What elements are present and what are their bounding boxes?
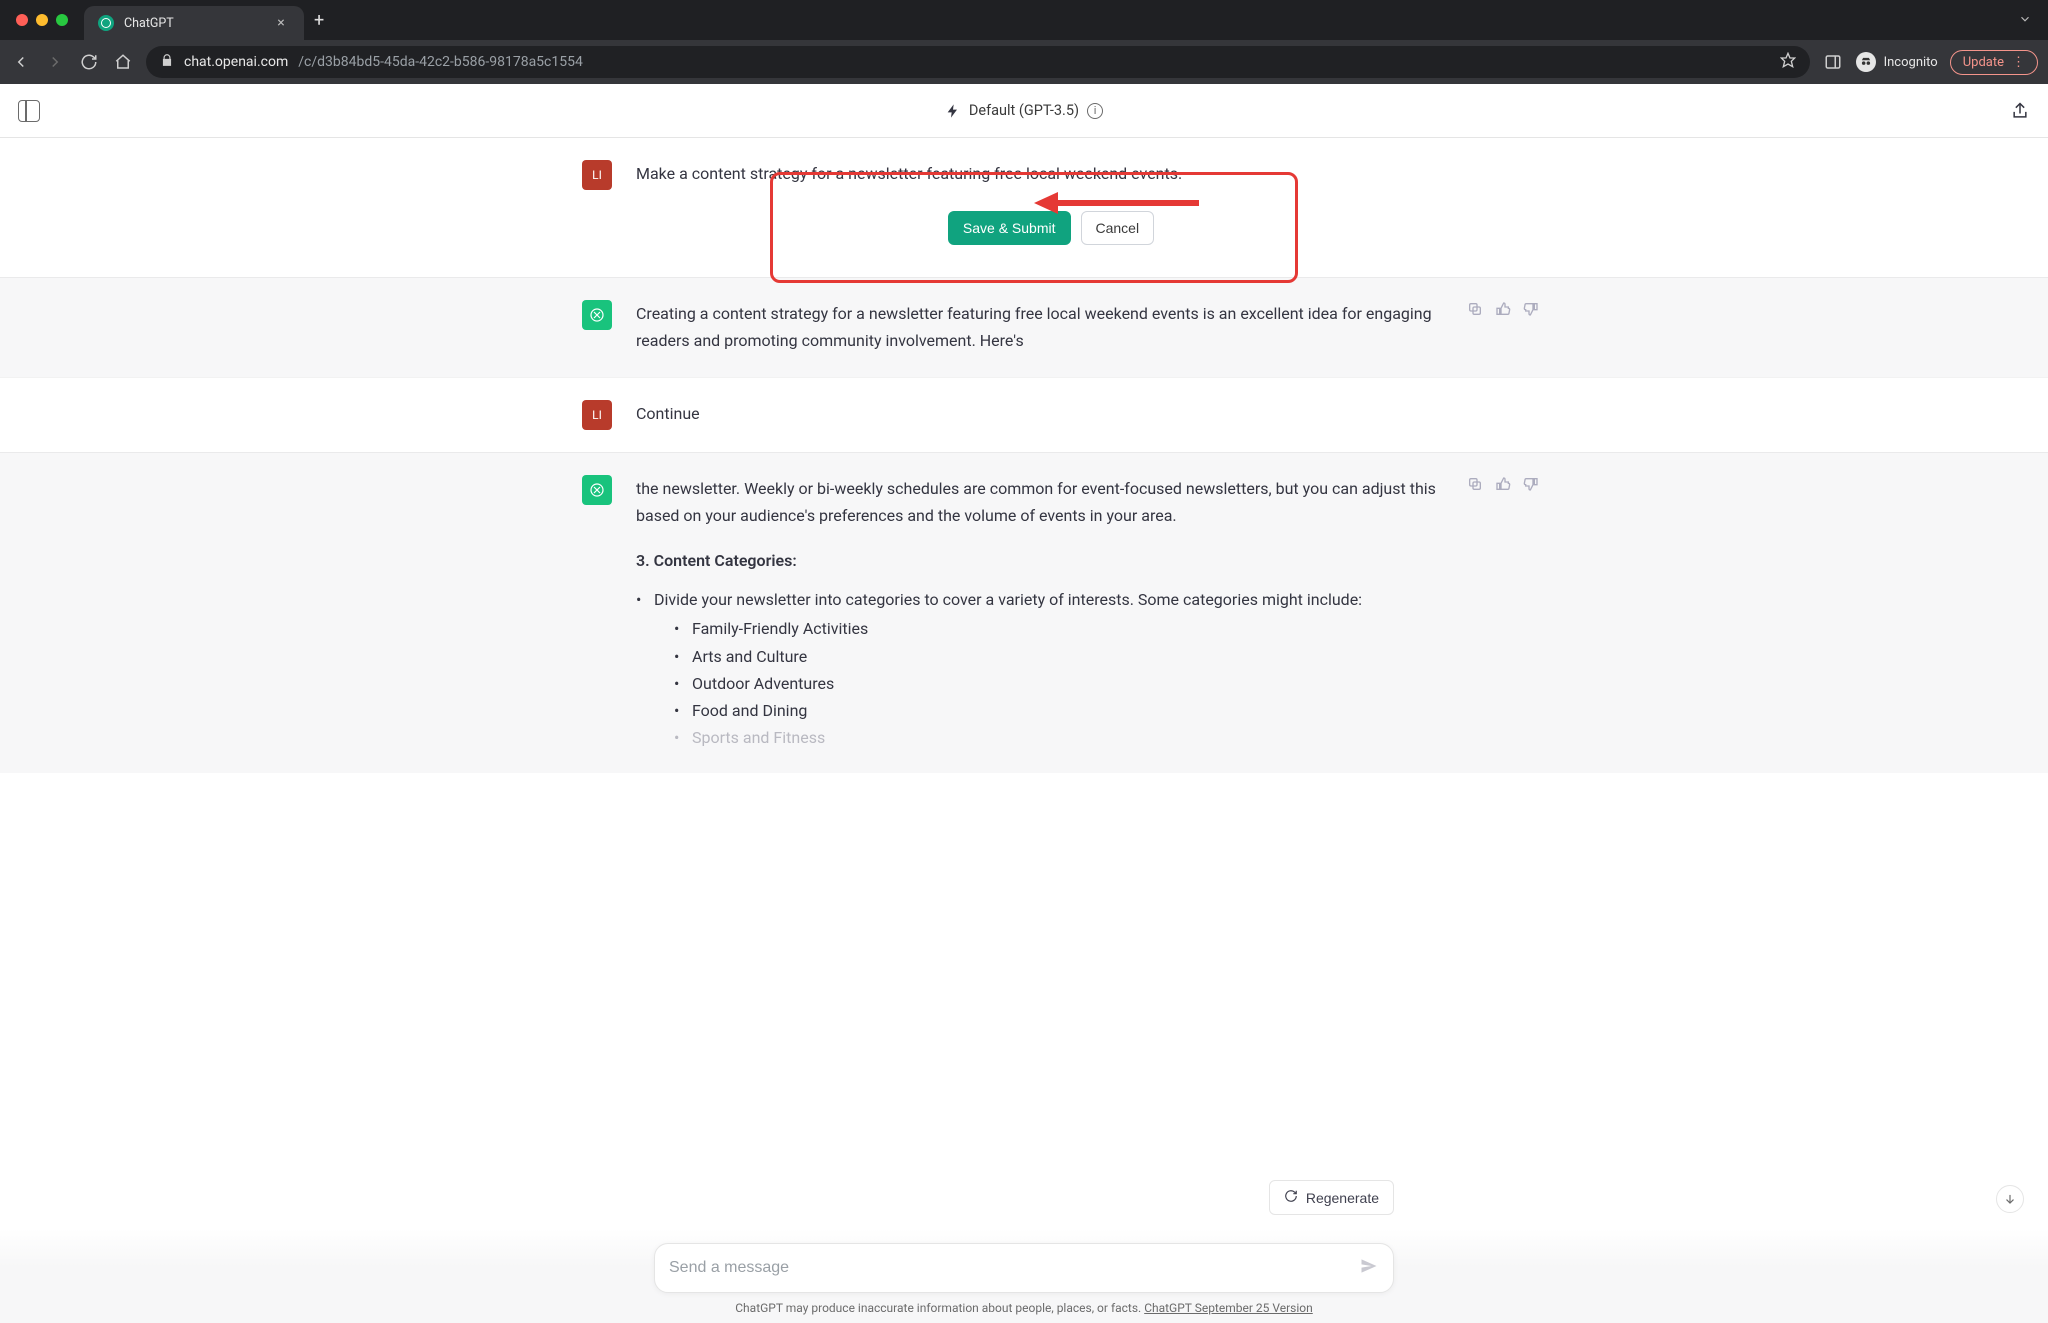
avatar-initials: LI: [592, 168, 602, 182]
app-topbar: Default (GPT-3.5) i: [0, 84, 2048, 138]
disclaimer-link[interactable]: ChatGPT September 25 Version: [1144, 1301, 1313, 1315]
address-bar[interactable]: chat.openai.com/c/d3b84bd5-45da-42c2-b58…: [146, 46, 1810, 78]
share-button[interactable]: [2010, 101, 2030, 121]
tab-close-icon[interactable]: ×: [272, 15, 290, 31]
incognito-label: Incognito: [1884, 55, 1938, 70]
regenerate-button[interactable]: Regenerate: [1269, 1180, 1394, 1215]
scroll-area[interactable]: LI Make a content strategy for a newslet…: [0, 138, 2048, 1323]
message-actions: [1466, 300, 1540, 318]
new-tab-button[interactable]: +: [304, 10, 334, 31]
browser-tab[interactable]: ChatGPT ×: [84, 6, 304, 40]
copy-icon[interactable]: [1466, 300, 1484, 318]
list-item: Outdoor Adventures: [674, 670, 1466, 697]
message-input[interactable]: [669, 1259, 1359, 1277]
avatar: LI: [582, 400, 612, 430]
list-text: Divide your newsletter into categories t…: [654, 590, 1362, 609]
refresh-icon: [1284, 1189, 1298, 1206]
thumbs-up-icon[interactable]: [1494, 475, 1512, 493]
message-assistant: the newsletter. Weekly or bi-weekly sche…: [0, 452, 2048, 774]
tabs-overflow-icon[interactable]: [2010, 11, 2040, 30]
list-item: Arts and Culture: [674, 643, 1466, 670]
message-text: Creating a content strategy for a newsle…: [636, 300, 1466, 354]
list-item: Food and Dining: [674, 697, 1466, 724]
edit-buttons: Save & Submit Cancel: [636, 201, 1466, 255]
section-heading: 3. Content Categories:: [636, 551, 797, 570]
window-controls: [16, 14, 68, 26]
list-text: Sports and Fitness: [692, 728, 825, 747]
avatar: LI: [582, 160, 612, 190]
message-user: LI Make a content strategy for a newslet…: [0, 138, 2048, 277]
regenerate-label: Regenerate: [1306, 1190, 1379, 1206]
app: Default (GPT-3.5) i LI Make a content st…: [0, 84, 2048, 1323]
list-text: Outdoor Adventures: [692, 674, 834, 693]
chat-content: LI Make a content strategy for a newslet…: [0, 138, 2048, 1323]
tab-title: ChatGPT: [124, 16, 262, 31]
address-bar-row: chat.openai.com/c/d3b84bd5-45da-42c2-b58…: [0, 40, 2048, 84]
thumbs-down-icon[interactable]: [1522, 475, 1540, 493]
thumbs-up-icon[interactable]: [1494, 300, 1512, 318]
message-actions: [1466, 475, 1540, 493]
incognito-indicator[interactable]: Incognito: [1856, 52, 1938, 72]
disclaimer: ChatGPT may produce inaccurate informati…: [0, 1301, 2048, 1315]
url-path: /c/d3b84bd5-45da-42c2-b586-98178a5c1554: [298, 54, 583, 70]
message-text: the newsletter. Weekly or bi-weekly sche…: [636, 475, 1466, 529]
maximize-window-icon[interactable]: [56, 14, 68, 26]
footer: Regenerate ChatGPT may produce inaccurat…: [0, 1229, 2048, 1323]
close-window-icon[interactable]: [16, 14, 28, 26]
message-assistant: Creating a content strategy for a newsle…: [0, 277, 2048, 376]
model-indicator[interactable]: Default (GPT-3.5) i: [945, 102, 1103, 119]
message-text[interactable]: Make a content strategy for a newsletter…: [636, 160, 1466, 187]
model-label: Default (GPT-3.5): [969, 102, 1079, 119]
thumbs-down-icon[interactable]: [1522, 300, 1540, 318]
scroll-down-button[interactable]: [1996, 1185, 2024, 1213]
save-submit-button[interactable]: Save & Submit: [948, 211, 1071, 245]
update-label: Update: [1963, 55, 2004, 70]
incognito-icon: [1856, 52, 1876, 72]
avatar: [582, 475, 612, 505]
panel-icon[interactable]: [1822, 51, 1844, 73]
list-item: Family-Friendly Activities: [674, 615, 1466, 642]
cancel-button[interactable]: Cancel: [1081, 211, 1155, 245]
message-user: LI Continue: [0, 377, 2048, 452]
list-text: Food and Dining: [692, 701, 807, 720]
message-text: Continue: [636, 400, 1466, 427]
copy-icon[interactable]: [1466, 475, 1484, 493]
list-text: Family-Friendly Activities: [692, 619, 868, 638]
list-item: Divide your newsletter into categories t…: [636, 586, 1466, 751]
disclaimer-text: ChatGPT may produce inaccurate informati…: [735, 1301, 1144, 1315]
list-text: Arts and Culture: [692, 647, 807, 666]
lock-icon: [160, 53, 174, 71]
forward-button[interactable]: [44, 51, 66, 73]
url-host: chat.openai.com: [184, 54, 288, 70]
bolt-icon: [945, 103, 961, 119]
info-icon[interactable]: i: [1087, 103, 1103, 119]
list-item: Sports and Fitness: [674, 724, 1466, 751]
kebab-icon: ⋮: [2012, 55, 2025, 70]
send-button[interactable]: [1359, 1256, 1379, 1280]
tab-favicon-icon: [98, 15, 114, 31]
reload-button[interactable]: [78, 51, 100, 73]
browser-chrome: ChatGPT × + chat.openai.com/c/d3b84bd5-4…: [0, 0, 2048, 84]
avatar-initials: LI: [592, 408, 602, 422]
minimize-window-icon[interactable]: [36, 14, 48, 26]
composer[interactable]: [654, 1243, 1394, 1293]
update-button[interactable]: Update ⋮: [1950, 50, 2038, 75]
bookmark-icon[interactable]: [1780, 52, 1796, 72]
titlebar: ChatGPT × +: [0, 0, 2048, 40]
home-button[interactable]: [112, 51, 134, 73]
avatar: [582, 300, 612, 330]
back-button[interactable]: [10, 51, 32, 73]
sidebar-toggle-button[interactable]: [18, 100, 40, 122]
